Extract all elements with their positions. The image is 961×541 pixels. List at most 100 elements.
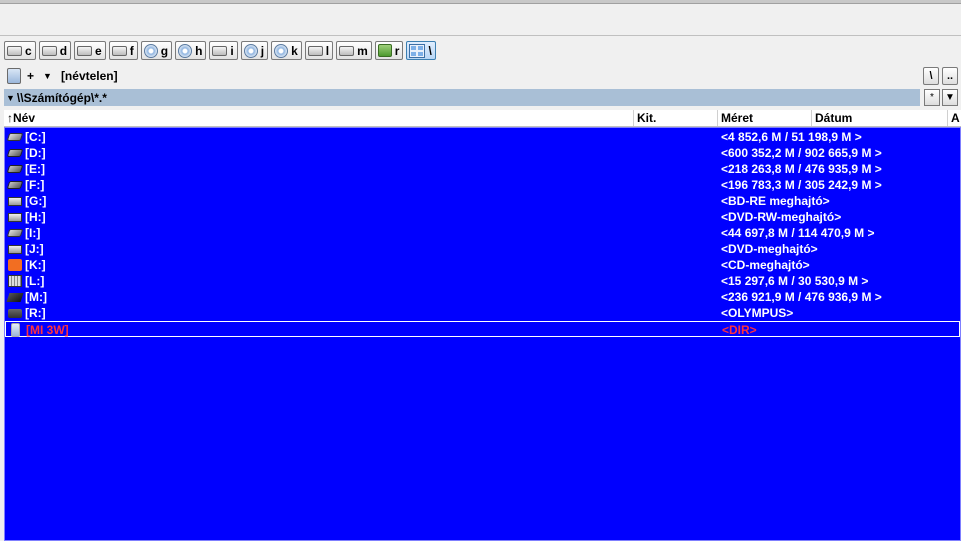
root-dir-button[interactable]: \: [923, 67, 939, 85]
list-item[interactable]: [L:] <15 297,6 M / 30 530,9 M >: [5, 273, 960, 289]
item-name: [I:]: [25, 226, 41, 240]
drive-letter: i: [230, 43, 234, 58]
hard-disk-icon: [41, 46, 57, 56]
list-item[interactable]: [G:] <BD-RE meghajtó>: [5, 193, 960, 209]
path-arrow-icon: ▼: [6, 92, 15, 103]
drive-button-r[interactable]: r: [374, 41, 404, 60]
column-ext-header[interactable]: Kit.: [634, 110, 718, 126]
item-size: <196 783,3 M / 305 242,9 M >: [721, 178, 882, 192]
drive-dropdown-icon[interactable]: ▼: [43, 71, 52, 81]
hard-disk-icon: [212, 46, 228, 56]
drive-button-i[interactable]: i: [209, 41, 238, 60]
drive-letter: r: [394, 43, 400, 58]
item-name: [C:]: [25, 130, 46, 144]
item-size: <BD-RE meghajtó>: [721, 194, 830, 208]
item-name: [E:]: [25, 162, 45, 176]
drive-letter: c: [25, 43, 32, 58]
item-size: <600 352,2 M / 902 665,9 M >: [721, 146, 882, 160]
drive-button-root[interactable]: \: [406, 41, 436, 60]
external-disk-icon: [6, 293, 24, 302]
list-item[interactable]: [F:] <196 783,3 M / 305 242,9 M >: [5, 177, 960, 193]
hard-disk-icon: [307, 46, 323, 56]
list-item[interactable]: [I:] <44 697,8 M / 114 470,9 M >: [5, 225, 960, 241]
list-item[interactable]: [D:] <600 352,2 M / 902 665,9 M >: [5, 145, 960, 161]
item-size: <218 263,8 M / 476 935,9 M >: [721, 162, 882, 176]
item-name: [MI 3W]: [26, 323, 69, 337]
hard-disk-icon: [339, 46, 355, 56]
item-name: [F:]: [25, 178, 45, 192]
hard-disk-icon: [111, 46, 127, 56]
drive-letter: d: [59, 43, 68, 58]
item-size: <OLYMPUS>: [721, 306, 794, 320]
optical-disc-icon: [178, 43, 193, 58]
memory-card-icon: [8, 275, 22, 287]
file-list-panel[interactable]: [C:] <4 852,6 M / 51 198,9 M > [D:] <600 35…: [4, 127, 961, 541]
drive-letter: k: [291, 43, 298, 58]
current-path-bar[interactable]: ▼ \\Számítógép\*.*: [4, 89, 920, 106]
item-name: [M:]: [25, 290, 47, 304]
drive-letter: m: [357, 43, 368, 58]
current-path: \\Számítógép\*.*: [16, 90, 107, 105]
hard-disk-icon: [6, 133, 24, 141]
drive-letter: \: [428, 43, 432, 58]
item-size: <4 852,6 M / 51 198,9 M >: [721, 130, 862, 144]
optical-drive-icon: [8, 197, 22, 206]
hard-disk-icon: [6, 149, 24, 157]
optical-drive-icon: [8, 213, 22, 222]
column-name-header[interactable]: ↑Név: [4, 110, 634, 126]
mi-drive-icon: [8, 259, 22, 271]
drive-letter: l: [325, 43, 330, 58]
list-item[interactable]: [K:] <CD-meghajtó>: [5, 257, 960, 273]
parent-dir-button[interactable]: ..: [942, 67, 958, 85]
hard-disk-icon: [6, 165, 24, 173]
list-item[interactable]: [E:] <218 263,8 M / 476 935,9 M >: [5, 161, 960, 177]
item-size: <DIR>: [722, 323, 757, 337]
drive-button-c[interactable]: c: [4, 41, 36, 60]
column-header: ↑Név Kit. Méret Dátum A: [4, 110, 961, 127]
optical-disc-icon: [143, 43, 158, 58]
plus-label[interactable]: +: [27, 69, 34, 83]
history-button[interactable]: *: [924, 89, 940, 106]
drive-button-k[interactable]: k: [271, 41, 302, 60]
camera-drive-icon: [8, 309, 22, 318]
list-item[interactable]: [H:] <DVD-RW-meghajtó>: [5, 209, 960, 225]
drive-button-bar: c d e f g h i j k l m r \: [4, 41, 436, 61]
drive-letter: f: [129, 43, 134, 58]
column-attr-header[interactable]: A: [948, 110, 961, 126]
item-name: [G:]: [25, 194, 47, 208]
item-size: <44 697,8 M / 114 470,9 M >: [721, 226, 875, 240]
volume-name: [névtelen]: [60, 69, 118, 83]
list-item[interactable]: [C:] <4 852,6 M / 51 198,9 M >: [5, 129, 960, 145]
drive-letter: g: [160, 43, 169, 58]
drive-letter: e: [95, 43, 102, 58]
drive-button-m[interactable]: m: [336, 41, 372, 60]
column-date-header[interactable]: Dátum: [812, 110, 948, 126]
drive-button-l[interactable]: l: [304, 41, 334, 60]
item-name: [L:]: [25, 274, 45, 288]
optical-disc-icon: [274, 43, 289, 58]
drive-button-f[interactable]: f: [108, 41, 138, 60]
drive-letter: h: [195, 43, 203, 58]
computer-icon[interactable]: [7, 68, 21, 84]
item-name: [H:]: [25, 210, 46, 224]
item-name: [J:]: [25, 242, 44, 256]
drive-button-h[interactable]: h: [175, 41, 207, 60]
hard-disk-icon: [7, 46, 22, 56]
network-drive-icon: [377, 44, 392, 57]
list-item[interactable]: [R:] <OLYMPUS>: [5, 305, 960, 321]
phone-device-icon: [11, 323, 20, 337]
optical-disc-icon: [243, 43, 258, 58]
column-size-header[interactable]: Méret: [718, 110, 812, 126]
list-item[interactable]: [MI 3W] <DIR>: [5, 321, 960, 337]
drive-button-e[interactable]: e: [74, 41, 106, 60]
path-dropdown-button[interactable]: ▼: [942, 89, 958, 106]
drive-button-g[interactable]: g: [140, 41, 173, 60]
list-item[interactable]: [J:] <DVD-meghajtó>: [5, 241, 960, 257]
drive-button-j[interactable]: j: [240, 41, 269, 60]
item-name: [R:]: [25, 306, 46, 320]
hard-disk-icon: [6, 181, 24, 189]
list-item[interactable]: [M:] <236 921,9 M / 476 936,9 M >: [5, 289, 960, 305]
item-name: [D:]: [25, 146, 46, 160]
drive-letter: j: [260, 43, 265, 58]
drive-button-d[interactable]: d: [38, 41, 72, 60]
